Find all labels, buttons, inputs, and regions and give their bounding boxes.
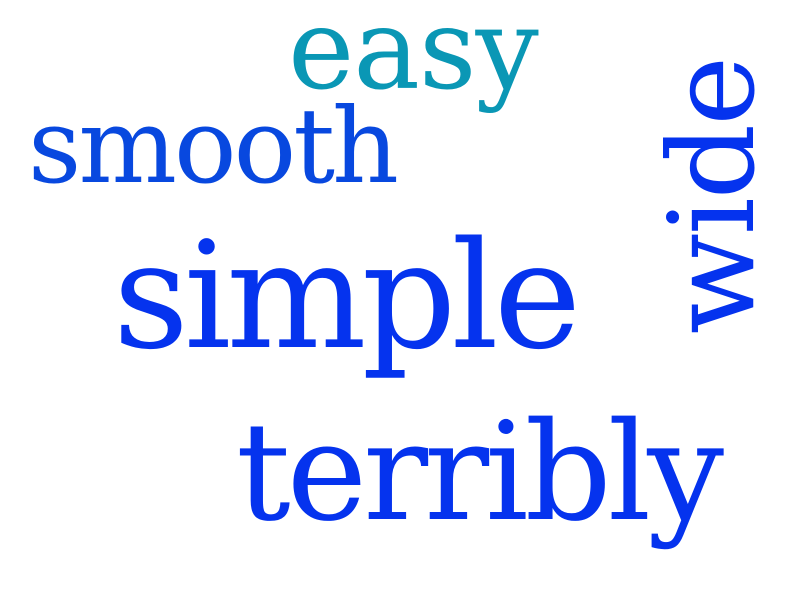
word-wide: wide — [643, 57, 781, 335]
word-cloud: easy smooth simple terribly wide — [0, 0, 800, 600]
word-smooth: smooth — [28, 85, 399, 207]
word-simple: simple — [113, 210, 581, 382]
word-terribly: terribly — [236, 394, 724, 552]
